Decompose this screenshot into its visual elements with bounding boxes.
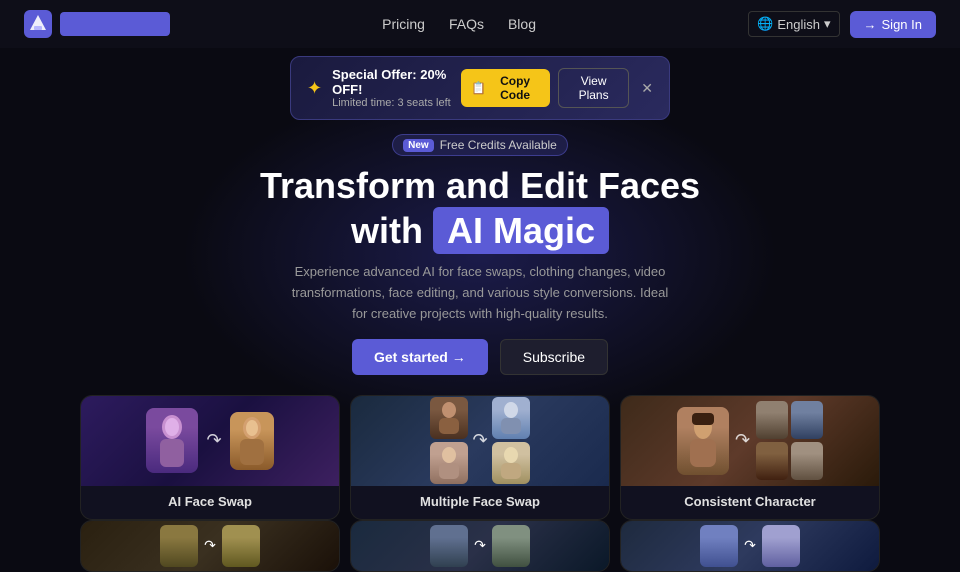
signin-icon: → bbox=[864, 17, 877, 32]
bottom2-face-right bbox=[492, 525, 530, 567]
nav-right: 🌐 English ▾ → Sign In bbox=[748, 11, 936, 38]
card-bottom-2[interactable]: ↷ bbox=[350, 520, 610, 572]
cards-grid: ↷ AI Face Swap bbox=[0, 385, 960, 520]
face-target bbox=[230, 412, 274, 470]
bottom1-face-right bbox=[222, 525, 260, 567]
card-consistent-character[interactable]: ↷ Consistent Character bbox=[620, 395, 880, 520]
hero-title: Transform and Edit Faces with AI Magic bbox=[20, 164, 940, 254]
banner-main-text: Special Offer: 20% OFF! bbox=[332, 67, 461, 97]
hero-description: Experience advanced AI for face swaps, c… bbox=[290, 262, 670, 324]
hero-title-prefix: with bbox=[351, 210, 423, 251]
badge-new-label: New bbox=[403, 139, 434, 152]
consistent-arrow-icon: ↷ bbox=[735, 430, 750, 451]
bottom3-face-right bbox=[762, 525, 800, 567]
subscribe-button[interactable]: Subscribe bbox=[500, 339, 608, 375]
hero-buttons: Get started → Subscribe bbox=[20, 339, 940, 375]
card-ai-face-swap[interactable]: ↷ AI Face Swap bbox=[80, 395, 340, 520]
view-plans-button[interactable]: View Plans bbox=[558, 68, 629, 108]
badge-text: Free Credits Available bbox=[440, 138, 557, 152]
consistent-grid-2 bbox=[791, 401, 823, 439]
card-ai-face-swap-image: ↷ bbox=[81, 396, 339, 486]
navbar: Pricing FAQs Blog 🌐 English ▾ → Sign In bbox=[0, 0, 960, 48]
multi-face-2 bbox=[430, 442, 468, 484]
language-selector[interactable]: 🌐 English ▾ bbox=[748, 11, 839, 37]
card-bottom-3-image: ↷ bbox=[621, 521, 879, 571]
sign-in-label: Sign In bbox=[882, 17, 922, 32]
promo-banner: ✦ Special Offer: 20% OFF! Limited time: … bbox=[290, 56, 670, 120]
face-source bbox=[146, 408, 198, 473]
star-icon: ✦ bbox=[307, 78, 322, 99]
consistent-grid-4 bbox=[791, 442, 823, 480]
nav-pricing[interactable]: Pricing bbox=[382, 16, 425, 32]
consistent-grid-1 bbox=[756, 401, 788, 439]
logo bbox=[24, 10, 170, 38]
chevron-down-icon: ▾ bbox=[824, 16, 831, 32]
swap-arrow-icon: ↷ bbox=[206, 430, 221, 451]
card-bottom-2-image: ↷ bbox=[351, 521, 609, 571]
new-badge: New Free Credits Available bbox=[392, 134, 568, 156]
copy-code-button[interactable]: 📋 Copy Code bbox=[461, 69, 550, 107]
card-multiple-face-swap-image: ↷ bbox=[351, 396, 609, 486]
nav-faqs[interactable]: FAQs bbox=[449, 16, 484, 32]
banner-left: ✦ Special Offer: 20% OFF! Limited time: … bbox=[307, 67, 461, 109]
nav-links: Pricing FAQs Blog bbox=[382, 16, 536, 32]
multi-face-4 bbox=[492, 442, 530, 484]
language-label: English bbox=[777, 17, 820, 32]
multi-face-1 bbox=[430, 397, 468, 439]
multi-face-3 bbox=[492, 397, 530, 439]
close-button[interactable]: ✕ bbox=[641, 80, 653, 97]
card-ai-face-swap-label: AI Face Swap bbox=[81, 486, 339, 519]
sign-in-button[interactable]: → Sign In bbox=[850, 11, 936, 38]
get-started-button[interactable]: Get started → bbox=[352, 339, 488, 375]
card-multiple-face-swap-label: Multiple Face Swap bbox=[351, 486, 609, 519]
bottom-cards-grid: ↷ ↷ ↷ bbox=[0, 520, 960, 572]
bottom1-face-left bbox=[160, 525, 198, 567]
logo-text-box bbox=[60, 12, 170, 36]
card-consistent-character-label: Consistent Character bbox=[621, 486, 879, 519]
globe-icon: 🌐 bbox=[757, 16, 773, 32]
consistent-output-grid bbox=[756, 401, 823, 480]
hero-section: New Free Credits Available Transform and… bbox=[0, 128, 960, 385]
consistent-source-face bbox=[677, 407, 729, 475]
multi-swap-arrow-icon: ↷ bbox=[472, 430, 487, 451]
hero-highlight: AI Magic bbox=[433, 207, 609, 254]
copy-icon: 📋 bbox=[471, 81, 486, 95]
bottom3-face-left bbox=[700, 525, 738, 567]
card-bottom-1-image: ↷ bbox=[81, 521, 339, 571]
banner-sub-text: Limited time: 3 seats left bbox=[332, 97, 461, 109]
logo-icon bbox=[24, 10, 52, 38]
card-bottom-1[interactable]: ↷ bbox=[80, 520, 340, 572]
consistent-grid-3 bbox=[756, 442, 788, 480]
bottom2-face-left bbox=[430, 525, 468, 567]
card-bottom-3[interactable]: ↷ bbox=[620, 520, 880, 572]
hero-title-line1: Transform and Edit Faces bbox=[260, 165, 700, 206]
card-multiple-face-swap[interactable]: ↷ Multiple bbox=[350, 395, 610, 520]
banner-actions: 📋 Copy Code View Plans ✕ bbox=[461, 68, 653, 108]
card-consistent-image: ↷ bbox=[621, 396, 879, 486]
nav-blog[interactable]: Blog bbox=[508, 16, 536, 32]
